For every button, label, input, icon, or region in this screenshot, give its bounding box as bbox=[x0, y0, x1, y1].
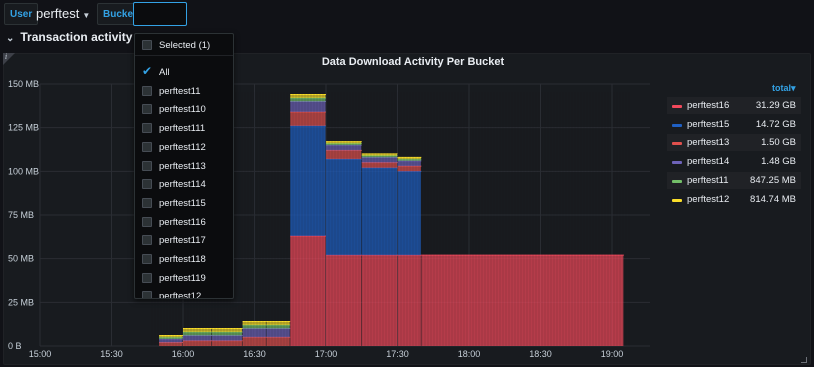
checkbox-icon bbox=[142, 104, 152, 115]
dropdown-option-label: perftest111 bbox=[159, 123, 206, 135]
dropdown-option-perftest110[interactable]: perftest110 bbox=[135, 101, 233, 119]
checkbox-icon bbox=[142, 216, 152, 227]
bar-segment-perftest11 bbox=[242, 325, 266, 329]
bar-segment-perftest14 bbox=[242, 328, 266, 338]
dropdown-option-perftest117[interactable]: perftest117 bbox=[135, 232, 233, 250]
dropdown-option-perftest118[interactable]: perftest118 bbox=[135, 251, 233, 269]
checkbox-icon bbox=[142, 85, 152, 96]
checkmark-icon: ✔ bbox=[142, 64, 153, 78]
legend-series-total: 31.29 GB bbox=[755, 100, 796, 111]
legend-series-name: perftest15 bbox=[687, 118, 730, 130]
legend-series-total: 814.74 MB bbox=[750, 193, 796, 205]
checkbox-icon bbox=[142, 291, 152, 298]
dropdown-option-label: perftest11 bbox=[159, 85, 201, 97]
dropdown-option-label: perftest117 bbox=[159, 235, 206, 247]
x-tick-label: 18:00 bbox=[458, 349, 481, 359]
x-tick-label: 19:00 bbox=[601, 349, 624, 359]
legend-swatch bbox=[672, 198, 682, 202]
dropdown-option-perftest119[interactable]: perftest119 bbox=[135, 270, 233, 288]
legend-swatch bbox=[672, 179, 682, 183]
bar-segment-perftest13 bbox=[361, 162, 397, 168]
legend-series-name: perftest16 bbox=[687, 100, 730, 111]
dropdown-option-label: perftest116 bbox=[159, 216, 206, 228]
dropdown-option-All[interactable]: ✔ All bbox=[135, 64, 233, 82]
dropdown-option-perftest12[interactable]: perftest12 bbox=[135, 288, 233, 299]
legend-sort-header[interactable]: total▾ bbox=[772, 83, 796, 94]
dropdown-option-perftest116[interactable]: perftest116 bbox=[135, 214, 233, 232]
checkbox-icon bbox=[142, 179, 152, 190]
dropdown-option-perftest112[interactable]: perftest112 bbox=[135, 139, 233, 157]
checkbox-icon bbox=[142, 160, 152, 171]
y-axis-ticks: 0 B 25 MB 50 MB 75 MB 100 MB 125 MB 150 MB bbox=[8, 79, 39, 351]
legend-series-name: perftest14 bbox=[687, 156, 730, 168]
legend-series-total: 1.50 GB bbox=[761, 137, 796, 149]
bucket-dropdown-menu: Selected (1) ✔ All perftest11 perftest110 pe… bbox=[134, 33, 234, 299]
dropdown-option-perftest113[interactable]: perftest113 bbox=[135, 158, 233, 176]
legend-item-perftest14[interactable]: perftest14 1.48 GB bbox=[667, 153, 801, 170]
bar-segment-perftest16 bbox=[361, 255, 397, 346]
x-tick-label: 16:30 bbox=[243, 349, 266, 359]
y-tick-label: 125 MB bbox=[8, 123, 39, 133]
legend-item-perftest15[interactable]: perftest15 14.72 GB bbox=[667, 116, 801, 133]
legend-item-perftest12[interactable]: perftest12 814.74 MB bbox=[667, 191, 801, 208]
dropdown-option-label: perftest110 bbox=[159, 104, 206, 116]
x-tick-label: 17:30 bbox=[386, 349, 409, 359]
dropdown-option-perftest115[interactable]: perftest115 bbox=[135, 195, 233, 213]
dropdown-divider bbox=[135, 55, 233, 56]
legend-series-name: perftest12 bbox=[687, 193, 730, 205]
legend-series-total: 14.72 GB bbox=[755, 118, 796, 130]
dropdown-option-label: perftest113 bbox=[159, 160, 206, 172]
checkbox-icon bbox=[142, 40, 152, 50]
bar-segment-perftest12 bbox=[242, 321, 266, 326]
legend-item-perftest13[interactable]: perftest13 1.50 GB bbox=[667, 134, 801, 152]
x-tick-label: 15:00 bbox=[29, 349, 52, 359]
checkbox-icon bbox=[142, 272, 152, 283]
dropdown-option-label: All bbox=[159, 67, 170, 78]
x-tick-label: 18:30 bbox=[529, 349, 552, 359]
y-tick-label: 100 MB bbox=[8, 166, 39, 176]
dropdown-option-label: perftest118 bbox=[159, 254, 206, 265]
x-tick-label: 16:00 bbox=[172, 349, 195, 359]
checkbox-icon bbox=[142, 141, 152, 152]
dropdown-option-perftest111[interactable]: perftest111 bbox=[135, 120, 233, 138]
panel-resize-handle[interactable] bbox=[801, 357, 807, 363]
checkbox-icon bbox=[142, 197, 152, 208]
selected-count-label: Selected (1) bbox=[159, 40, 211, 51]
dropdown-option-label: perftest12 bbox=[159, 291, 202, 299]
legend-item-perftest16[interactable]: perftest16 31.29 GB bbox=[667, 97, 801, 114]
checkbox-icon bbox=[142, 123, 152, 134]
checkbox-icon bbox=[142, 235, 152, 246]
legend-swatch bbox=[672, 105, 682, 108]
y-tick-label: 0 B bbox=[8, 341, 22, 351]
dropdown-option-label: perftest114 bbox=[159, 179, 206, 191]
y-tick-label: 75 MB bbox=[8, 210, 34, 220]
x-tick-label: 17:00 bbox=[315, 349, 338, 359]
x-tick-label: 15:30 bbox=[100, 349, 123, 359]
dropdown-option-label: perftest119 bbox=[159, 272, 206, 284]
legend-item-perftest11[interactable]: perftest11 847.25 MB bbox=[667, 171, 801, 189]
dropdown-option-perftest11[interactable]: perftest11 bbox=[135, 83, 233, 101]
bar-segment-perftest13 bbox=[242, 337, 266, 346]
x-axis-ticks: 15:00 15:30 16:00 16:30 17:00 17:30 18:00 18:30… bbox=[29, 349, 624, 359]
legend-swatch bbox=[672, 142, 682, 146]
dropdown-option-label: perftest112 bbox=[159, 141, 206, 153]
legend-series-name: perftest11 bbox=[687, 174, 729, 186]
y-tick-label: 150 MB bbox=[8, 79, 39, 89]
y-tick-label: 50 MB bbox=[8, 254, 34, 264]
dropdown-option-perftest114[interactable]: perftest114 bbox=[135, 176, 233, 194]
legend-swatch bbox=[672, 123, 682, 127]
y-tick-label: 25 MB bbox=[8, 297, 34, 307]
legend-series-total: 847.25 MB bbox=[750, 174, 796, 186]
legend-series-total: 1.48 GB bbox=[761, 156, 796, 168]
legend-swatch bbox=[672, 161, 682, 165]
dropdown-option-label: perftest115 bbox=[159, 197, 206, 209]
checkbox-icon bbox=[142, 254, 152, 264]
legend-series-name: perftest13 bbox=[687, 137, 730, 149]
bar-segment-perftest15 bbox=[361, 167, 397, 256]
selected-count-toggle[interactable]: Selected (1) bbox=[135, 37, 233, 55]
bar-segment-perftest14 bbox=[361, 157, 397, 163]
